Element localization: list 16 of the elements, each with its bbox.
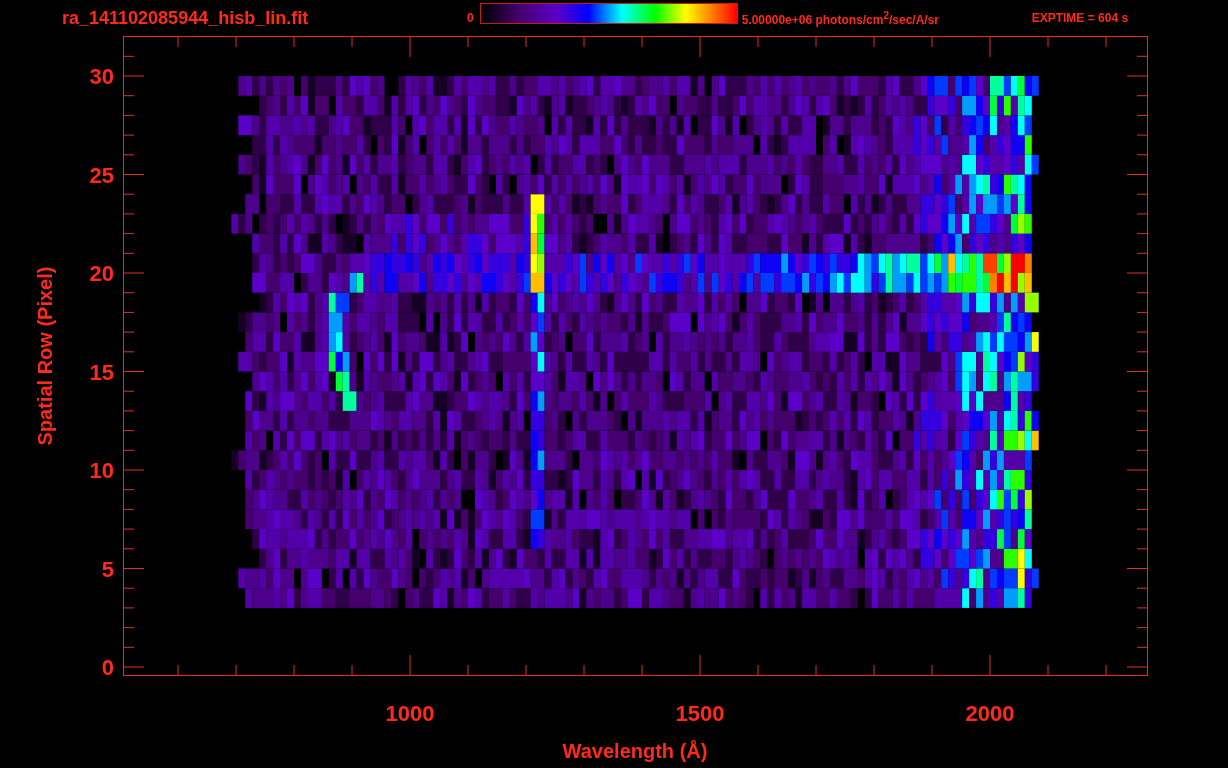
exposure-time: EXPTIME = 604 s — [1031, 11, 1129, 25]
y-tick-label: 20 — [89, 261, 114, 286]
y-tick-label: 10 — [89, 458, 114, 483]
y-tick-label: 25 — [89, 162, 114, 188]
y-tick-label: 0 — [101, 655, 114, 680]
y-tick-label: 30 — [89, 64, 114, 89]
colorbar-min-label: 0 — [467, 11, 474, 25]
y-tick-label: 5 — [101, 556, 114, 582]
x-tick-label: 1000 — [385, 701, 435, 726]
x-tick-label: 1500 — [675, 701, 725, 726]
y-axis-label: Spatial Row (Pixel) — [34, 266, 56, 446]
y-tick-label: 15 — [89, 359, 114, 385]
colorbar-max-label: 5.00000e+06 photons/cm$^{2}$/sec/A/sr — [741, 9, 941, 27]
x-axis-label: Wavelength (Å) — [562, 740, 708, 762]
x-tick-label: 2000 — [965, 701, 1015, 726]
file-title: ra_141102085944_hisb_lin.fit — [62, 7, 310, 29]
